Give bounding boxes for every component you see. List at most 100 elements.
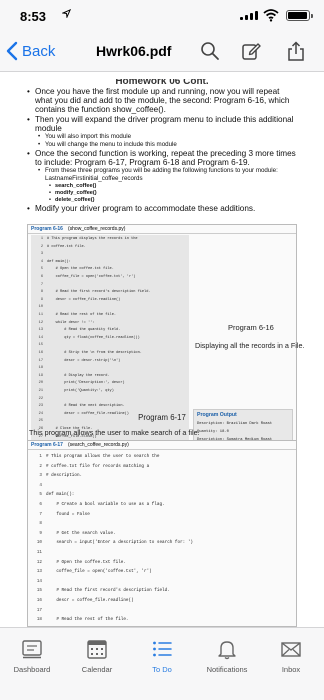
code-text: # Read the first record's description fi… (47, 290, 151, 295)
tab-dashboard[interactable]: Dashboard (0, 638, 64, 678)
status-time: 8:53 (20, 9, 47, 24)
bell-icon (218, 641, 236, 660)
code-line: 19 # Display the record. (33, 374, 110, 379)
line-number: 12 (38, 320, 43, 325)
code-line: 16 descr = coffee_file.readline() (32, 597, 134, 605)
bullet-item: Once the second function is working, rep… (27, 149, 297, 167)
code-line: 10 (33, 305, 47, 310)
code-text: descr = coffee_file.readline() (47, 297, 121, 302)
program-filename: (show_coffee_records.py) (67, 226, 126, 232)
function-name: delete_coffee() (27, 197, 297, 204)
line-number: 4 (39, 482, 42, 488)
line-number: 15 (38, 343, 43, 348)
line-number: 3 (40, 252, 43, 257)
bullet-item: Modify your driver program to accommodat… (27, 204, 297, 213)
tab-todo[interactable]: To Do (130, 638, 194, 678)
code-line: 14 (32, 578, 46, 586)
code-line: 6 # Create a bool variable to use as a f… (32, 501, 164, 509)
line-number: 23 (38, 404, 43, 409)
program-title-bar: Program 6-17 (search_coffee_records.py) (28, 441, 296, 450)
wifi-icon (263, 9, 279, 22)
code-text: # This program allows the user to search… (46, 454, 160, 459)
program-6-17-caption: Program 6-17 (138, 413, 186, 422)
line-number: 5 (39, 492, 42, 498)
pdf-document-view[interactable]: Homework 06 Cont. Once you have the firs… (0, 73, 324, 627)
line-number: 1 (40, 237, 43, 241)
code-line: 21 print('Quantity:', qty) (33, 389, 114, 394)
line-number: 9 (39, 530, 42, 536)
code-line: 6 coffee_file = open('coffee.txt', 'r') (33, 275, 136, 280)
location-arrow-icon (62, 9, 71, 18)
annotate-icon[interactable] (241, 41, 261, 61)
code-line: 17 (32, 607, 46, 615)
function-name: search_coffee() (27, 183, 297, 190)
code-line: 22 (33, 397, 47, 402)
line-number: 8 (40, 290, 43, 295)
program-label: Program 6-16 (31, 226, 63, 232)
tab-label: Inbox (281, 665, 301, 674)
share-icon[interactable] (286, 41, 306, 61)
code-line: 3 # description. (32, 472, 82, 480)
bullet-item: Then you will expand the driver program … (27, 115, 297, 133)
program-6-17-description: This program allows the user to make sea… (29, 428, 200, 437)
tab-notifications[interactable]: Notifications (195, 638, 259, 678)
back-button[interactable]: Back (6, 40, 55, 62)
code-line: 7 found = False (32, 511, 90, 519)
tab-label: Calendar (81, 665, 113, 674)
search-icon[interactable] (200, 41, 220, 61)
calendar-icon (87, 640, 107, 659)
code-line: 8 (32, 520, 46, 528)
line-number: 16 (38, 351, 43, 355)
code-line: 9 # Get the search value. (32, 530, 115, 538)
line-number: 13 (36, 569, 42, 575)
code-text: # Read the first record's description fi… (46, 588, 170, 594)
code-text: # coffee.txt file. (47, 244, 86, 249)
program-caption: Program 6-16 (228, 323, 274, 332)
program-title-bar: Program 6-16 (show_coffee_records.py) (28, 225, 296, 234)
function-name: modify_coffee() (27, 190, 297, 197)
line-number: 7 (40, 282, 43, 287)
battery-icon (286, 10, 313, 21)
code-line: 4 (32, 482, 46, 490)
code-line: 16 # Strip the \n from the description. (33, 351, 142, 356)
code-text: qty = float(coffee_file.readline()) (47, 335, 140, 340)
code-line: 17 descr = descr.rstrip('\n') (33, 358, 121, 364)
tab-inbox[interactable]: Inbox (259, 638, 323, 678)
code-text: # coffee.txt file for records matching a (46, 463, 150, 469)
tab-calendar[interactable]: Calendar (65, 638, 129, 678)
code-line: 15 (33, 343, 47, 348)
cellular-signal-icon (240, 11, 258, 20)
tab-bar: Dashboard Calendar To Do Notifications I… (0, 627, 324, 700)
status-bar: 8:53 (0, 0, 324, 30)
code-text: # Display the record. (47, 373, 110, 378)
bullet-item: Once you have the first module up and ru… (27, 87, 297, 115)
line-number: 17 (36, 607, 42, 613)
todo-list-icon (153, 641, 172, 657)
code-text: descr = descr.rstrip('\n') (47, 358, 121, 363)
line-number: 16 (36, 598, 42, 603)
tab-label: Notifications (206, 665, 248, 674)
line-number: 6 (40, 275, 43, 279)
code-text: def main(): (47, 259, 71, 264)
code-text: search = input('Enter a description to s… (46, 540, 193, 546)
code-text: found = False (46, 511, 90, 517)
line-number: 9 (40, 297, 43, 302)
code-line: 2 # coffee.txt file. (33, 245, 86, 250)
program-filename: (search_coffee_records.py) (67, 442, 129, 448)
code-text: # Read the next description. (47, 404, 125, 409)
code-text: # Read the quantity field. (47, 328, 121, 333)
line-number: 11 (38, 313, 43, 317)
sub-bullet-item: You will also import this module (27, 133, 297, 141)
code-line: 1 # This program displays the records in … (33, 237, 138, 242)
code-line: 4 def main(): (33, 260, 71, 265)
code-text: def main(): (46, 492, 75, 498)
line-number: 22 (38, 396, 43, 401)
sub-bullet-item: From these three programs you will be ad… (27, 167, 297, 183)
envelope-icon (281, 642, 301, 657)
code-line: 8 # Read the first record's description … (33, 290, 151, 295)
code-line: 9 descr = coffee_file.readline() (33, 297, 121, 303)
back-label: Back (22, 42, 56, 60)
code-line: 20 print('Description:', descr) (33, 381, 125, 386)
code-text: # Open the coffee.txt file. (47, 267, 114, 272)
code-line: 1 # This program allows the user to searc… (32, 453, 159, 461)
